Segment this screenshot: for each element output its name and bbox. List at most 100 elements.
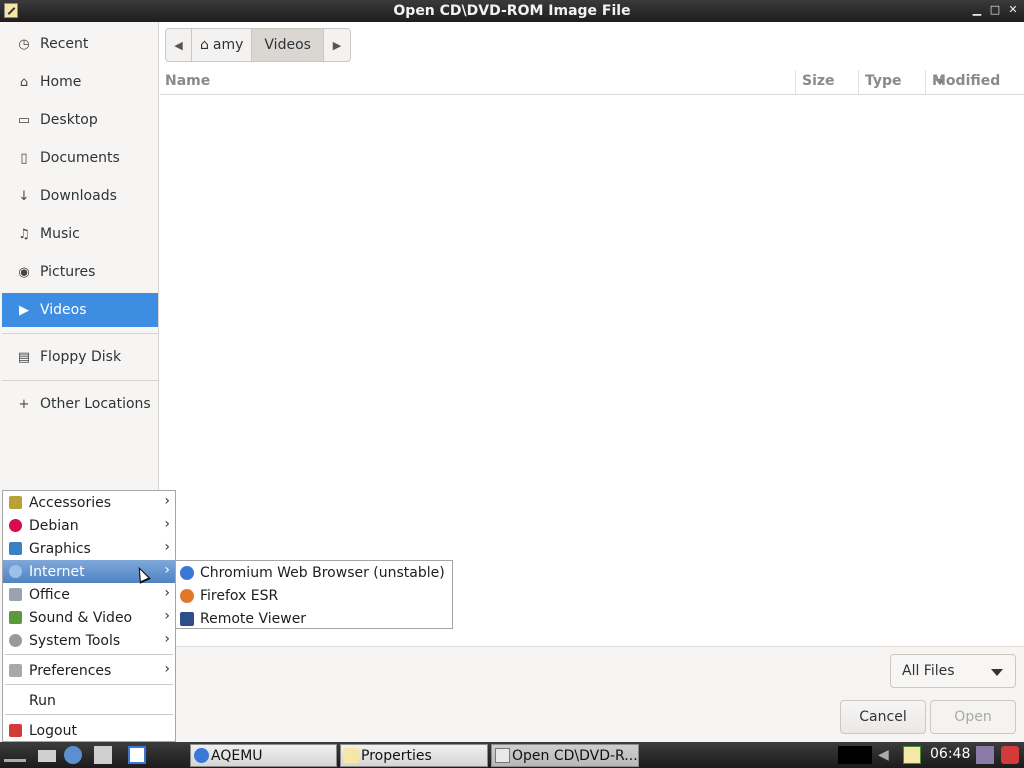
minimize-icon[interactable]: ▁	[970, 2, 984, 18]
menu-item-system-tools[interactable]: System Tools ›	[3, 629, 175, 652]
volume-icon[interactable]: ◀	[878, 746, 896, 764]
taskbar-task-properties[interactable]: Properties	[340, 744, 488, 767]
close-icon[interactable]: ✕	[1006, 2, 1020, 18]
sidebar-item-pictures[interactable]: ◉ Pictures	[2, 255, 158, 289]
firefox-icon	[180, 589, 194, 603]
sidebar-separator	[2, 333, 158, 334]
path-bar: ◀ ⌂ amy Videos ▶	[165, 28, 351, 62]
column-type[interactable]: Type	[865, 73, 902, 89]
sidebar-item-label: Downloads	[40, 188, 117, 204]
menu-item-label: Preferences	[29, 662, 112, 679]
sidebar-item-music[interactable]: ♫ Music	[2, 217, 158, 251]
sidebar-item-home[interactable]: ⌂ Home	[2, 65, 158, 99]
chevron-left-icon: ◀	[174, 38, 183, 52]
menu-item-accessories[interactable]: Accessories ›	[3, 491, 175, 514]
menu-item-label: Sound & Video	[29, 609, 133, 626]
menu-item-graphics[interactable]: Graphics ›	[3, 537, 175, 560]
path-segment-current[interactable]: Videos	[252, 29, 324, 61]
chevron-right-icon: ›	[164, 585, 170, 601]
path-segment-home[interactable]: ⌂ amy	[192, 29, 253, 61]
maximize-icon[interactable]: □	[988, 2, 1002, 18]
chevron-right-icon: ›	[164, 562, 170, 578]
task-label: Properties	[361, 747, 432, 764]
cancel-button[interactable]: Cancel	[840, 700, 926, 734]
menu-item-remote-viewer[interactable]: Remote Viewer	[176, 607, 452, 630]
menu-item-chromium[interactable]: Chromium Web Browser (unstable)	[176, 561, 452, 584]
chromium-icon	[180, 566, 194, 580]
sidebar-item-label: Music	[40, 226, 80, 242]
internet-submenu: Chromium Web Browser (unstable) Firefox …	[175, 560, 453, 629]
sidebar-item-label: Pictures	[40, 264, 96, 280]
app-icon	[4, 3, 18, 18]
file-filter-select[interactable]: All Files	[890, 654, 1016, 688]
sidebar-item-desktop[interactable]: ▭ Desktop	[2, 103, 158, 137]
menu-item-label: Internet	[29, 563, 85, 580]
column-size[interactable]: Size	[802, 73, 835, 89]
path-back-button[interactable]: ◀	[166, 29, 192, 61]
path-forward-button[interactable]: ▶	[324, 29, 350, 61]
sound-video-icon	[9, 611, 22, 624]
file-list-header: Name Size Type Modified	[160, 70, 1024, 95]
chevron-right-icon: ›	[164, 493, 170, 509]
camera-icon: ◉	[18, 264, 30, 280]
menu-item-logout[interactable]: Logout	[3, 719, 175, 742]
menu-item-sound-video[interactable]: Sound & Video ›	[3, 606, 175, 629]
sidebar-item-label: Home	[40, 74, 82, 90]
plus-icon: +	[18, 396, 30, 412]
music-icon: ♫	[18, 226, 30, 242]
sidebar-item-floppy-disk[interactable]: ▤ Floppy Disk	[2, 340, 158, 374]
show-desktop-icon[interactable]	[94, 746, 112, 764]
menu-item-label: Accessories	[29, 494, 112, 511]
start-menu-icon[interactable]	[4, 748, 26, 762]
sidebar-item-label: Other Locations	[40, 396, 151, 412]
sidebar-item-label: Recent	[40, 36, 89, 52]
chevron-right-icon: ›	[164, 608, 170, 624]
accessories-icon	[9, 496, 22, 509]
pencil-icon	[344, 748, 359, 763]
chevron-right-icon: ›	[164, 631, 170, 647]
menu-item-preferences[interactable]: Preferences ›	[3, 659, 175, 682]
user-icon[interactable]	[976, 746, 994, 764]
task-label: AQEMU	[211, 747, 263, 764]
chevron-right-icon: ›	[164, 516, 170, 532]
chevron-down-icon	[991, 669, 1003, 676]
column-divider	[858, 70, 859, 94]
video-icon: ▶	[19, 302, 29, 318]
column-divider	[795, 70, 796, 94]
open-button[interactable]: Open	[930, 700, 1016, 734]
menu-item-internet[interactable]: Internet ›	[3, 560, 175, 583]
window-titlebar[interactable]: Open CD\DVD-ROM Image File ▁ □ ✕	[0, 0, 1024, 22]
download-icon: ↓	[18, 188, 30, 204]
column-name[interactable]: Name	[165, 73, 210, 89]
window-switcher-icon[interactable]	[128, 746, 146, 764]
menu-item-office[interactable]: Office ›	[3, 583, 175, 606]
file-manager-icon[interactable]	[38, 750, 56, 762]
menu-item-firefox[interactable]: Firefox ESR	[176, 584, 452, 607]
sidebar-item-downloads[interactable]: ↓ Downloads	[2, 179, 158, 213]
taskbar-task-open-dialog[interactable]: Open CD\DVD-R...	[491, 744, 639, 767]
menu-item-label: Chromium Web Browser (unstable)	[200, 564, 445, 581]
menu-item-label: Office	[29, 586, 70, 603]
sidebar-item-videos[interactable]: ▶ Videos	[2, 293, 158, 327]
sidebar-item-other-locations[interactable]: + Other Locations	[2, 387, 158, 421]
home-icon: ⌂	[200, 37, 209, 53]
dialog-action-area: All Files Cancel Open	[160, 646, 1024, 742]
monitor-icon	[180, 612, 194, 626]
sidebar-item-documents[interactable]: ▯ Documents	[2, 141, 158, 175]
menu-item-label: Run	[29, 692, 56, 709]
sidebar-item-recent[interactable]: ◷ Recent	[2, 27, 158, 61]
globe-icon	[9, 565, 22, 578]
preferences-icon	[9, 664, 22, 677]
power-icon[interactable]	[1001, 746, 1019, 764]
clipboard-icon[interactable]	[903, 746, 921, 764]
menu-item-run[interactable]: Run	[3, 689, 175, 712]
browser-icon[interactable]	[64, 746, 82, 764]
menu-separator	[5, 714, 173, 715]
taskbar-task-aqemu[interactable]: AQEMU	[190, 744, 337, 767]
aqemu-icon	[194, 748, 209, 763]
column-modified[interactable]: Modified	[932, 73, 1000, 89]
window-controls: ▁ □ ✕	[970, 2, 1020, 18]
chevron-right-icon: ›	[164, 539, 170, 555]
menu-item-label: Graphics	[29, 540, 91, 557]
menu-item-debian[interactable]: Debian ›	[3, 514, 175, 537]
